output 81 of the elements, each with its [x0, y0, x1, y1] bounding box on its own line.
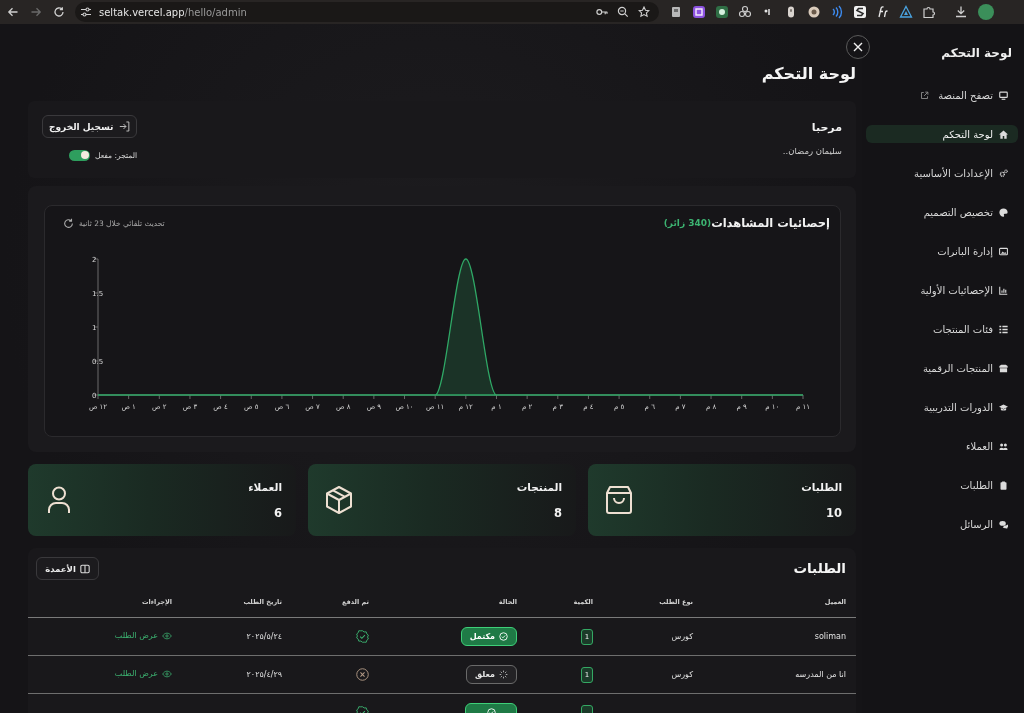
sidebar-item[interactable]: لوحة التحكم	[866, 125, 1018, 143]
stat-label: المنتجات	[516, 480, 562, 495]
stat-label: العملاء	[248, 480, 282, 495]
sidebar-item[interactable]: الإعدادات الأساسية	[866, 164, 1018, 182]
extension-icon[interactable]	[853, 5, 867, 19]
sidebar-item[interactable]: الرسائل	[866, 515, 1018, 533]
home-icon	[999, 129, 1008, 139]
close-icon	[852, 41, 864, 53]
order-date: ٢٠٢٥/٤/٢٩	[246, 670, 282, 679]
extension-icon[interactable]	[876, 5, 890, 19]
sidebar-item[interactable]: الدورات التدريبية	[866, 398, 1018, 416]
url-text: seltak.vercel.app/hello/admin	[99, 6, 247, 18]
page-title: لوحة التحكم	[760, 63, 856, 85]
sidebar-item[interactable]: المنتجات الرقمية	[866, 359, 1018, 377]
list-icon	[999, 324, 1008, 334]
chat-bubbles-icon	[999, 519, 1008, 529]
box-icon	[999, 363, 1008, 373]
order-date: ٢٠٢٥/٥/٢٤	[246, 632, 282, 641]
image-icon	[999, 246, 1008, 256]
order-type: كورس	[671, 670, 693, 679]
extension-icon[interactable]	[715, 5, 729, 19]
logout-icon	[118, 120, 130, 133]
sidebar-item[interactable]: الإحصائيات الأولية	[866, 281, 1018, 299]
sidebar-title: لوحة التحكم	[940, 45, 1012, 62]
shopping-bag-icon	[604, 485, 634, 515]
gears-icon	[999, 168, 1008, 178]
forward-arrow-icon	[30, 6, 42, 18]
customer-name: انا من المدرسه	[795, 670, 846, 679]
bar-chart-icon	[999, 285, 1008, 295]
toggle-switch[interactable]	[69, 149, 91, 161]
view-order-link[interactable]: عرض الطلب	[114, 669, 172, 679]
visitor-count: (340 زائر)	[663, 218, 712, 228]
stat-value: 8	[553, 505, 562, 521]
puzzle-icon[interactable]	[922, 5, 936, 19]
reload-icon	[53, 6, 65, 18]
download-icon[interactable]	[954, 5, 968, 19]
refresh-icon[interactable]	[63, 217, 74, 229]
extension-icon[interactable]	[692, 5, 706, 19]
avatar-icon[interactable]	[978, 4, 994, 20]
extension-icon[interactable]	[669, 5, 683, 19]
logout-button[interactable]: تسجيل الخروج	[42, 115, 137, 138]
bookmark-star-icon[interactable]	[638, 6, 650, 18]
eye-icon	[162, 631, 172, 640]
back-arrow-icon	[7, 6, 19, 18]
users-icon	[999, 441, 1008, 451]
extension-icon[interactable]	[899, 5, 913, 19]
columns-icon	[79, 563, 90, 574]
sidebar-item[interactable]: فئات المنتجات	[866, 320, 1018, 338]
stat-label: الطلبات	[801, 480, 842, 495]
sidebar-item[interactable]: تصفح المنصة	[866, 86, 1018, 104]
palette-icon	[999, 207, 1008, 217]
spinner-icon	[499, 670, 508, 679]
monitor-icon	[999, 90, 1008, 100]
stat-value: 6	[273, 505, 282, 521]
customer-name: soliman	[814, 632, 846, 641]
site-settings-icon[interactable]	[80, 6, 92, 18]
check-circle-icon	[499, 632, 508, 641]
chart-title: إحصائيات المشاهدات	[711, 216, 830, 230]
sidebar-item[interactable]: العملاء	[866, 437, 1018, 455]
graduation-cap-icon	[999, 402, 1008, 412]
sidebar-item[interactable]: تخصيص التصميم	[866, 203, 1018, 221]
box-icon	[324, 485, 354, 515]
close-button[interactable]	[846, 35, 870, 59]
order-type: كورس	[671, 632, 693, 641]
clipboard-icon	[999, 480, 1008, 490]
greeting-text: مرحبا	[810, 121, 842, 135]
user-name: سليمان رمضان..	[782, 145, 842, 157]
zoom-icon[interactable]	[617, 6, 629, 18]
sidebar-item[interactable]: الطلبات	[866, 476, 1018, 494]
extension-icon[interactable]	[738, 5, 752, 19]
status-label: مكتمل	[469, 632, 495, 641]
stat-value: 10	[825, 505, 842, 521]
status-label: معلق	[475, 670, 495, 679]
columns-button[interactable]: الأعمدة	[36, 557, 99, 580]
eye-icon	[162, 669, 172, 678]
address-bar[interactable]: seltak.vercel.app/hello/admin	[75, 2, 659, 22]
sidebar-item[interactable]: إدارة البانرات	[866, 242, 1018, 260]
extension-icon[interactable]	[807, 5, 821, 19]
view-order-link[interactable]: عرض الطلب	[114, 631, 172, 641]
orders-title: الطلبات	[793, 559, 846, 578]
key-icon[interactable]	[596, 6, 608, 18]
